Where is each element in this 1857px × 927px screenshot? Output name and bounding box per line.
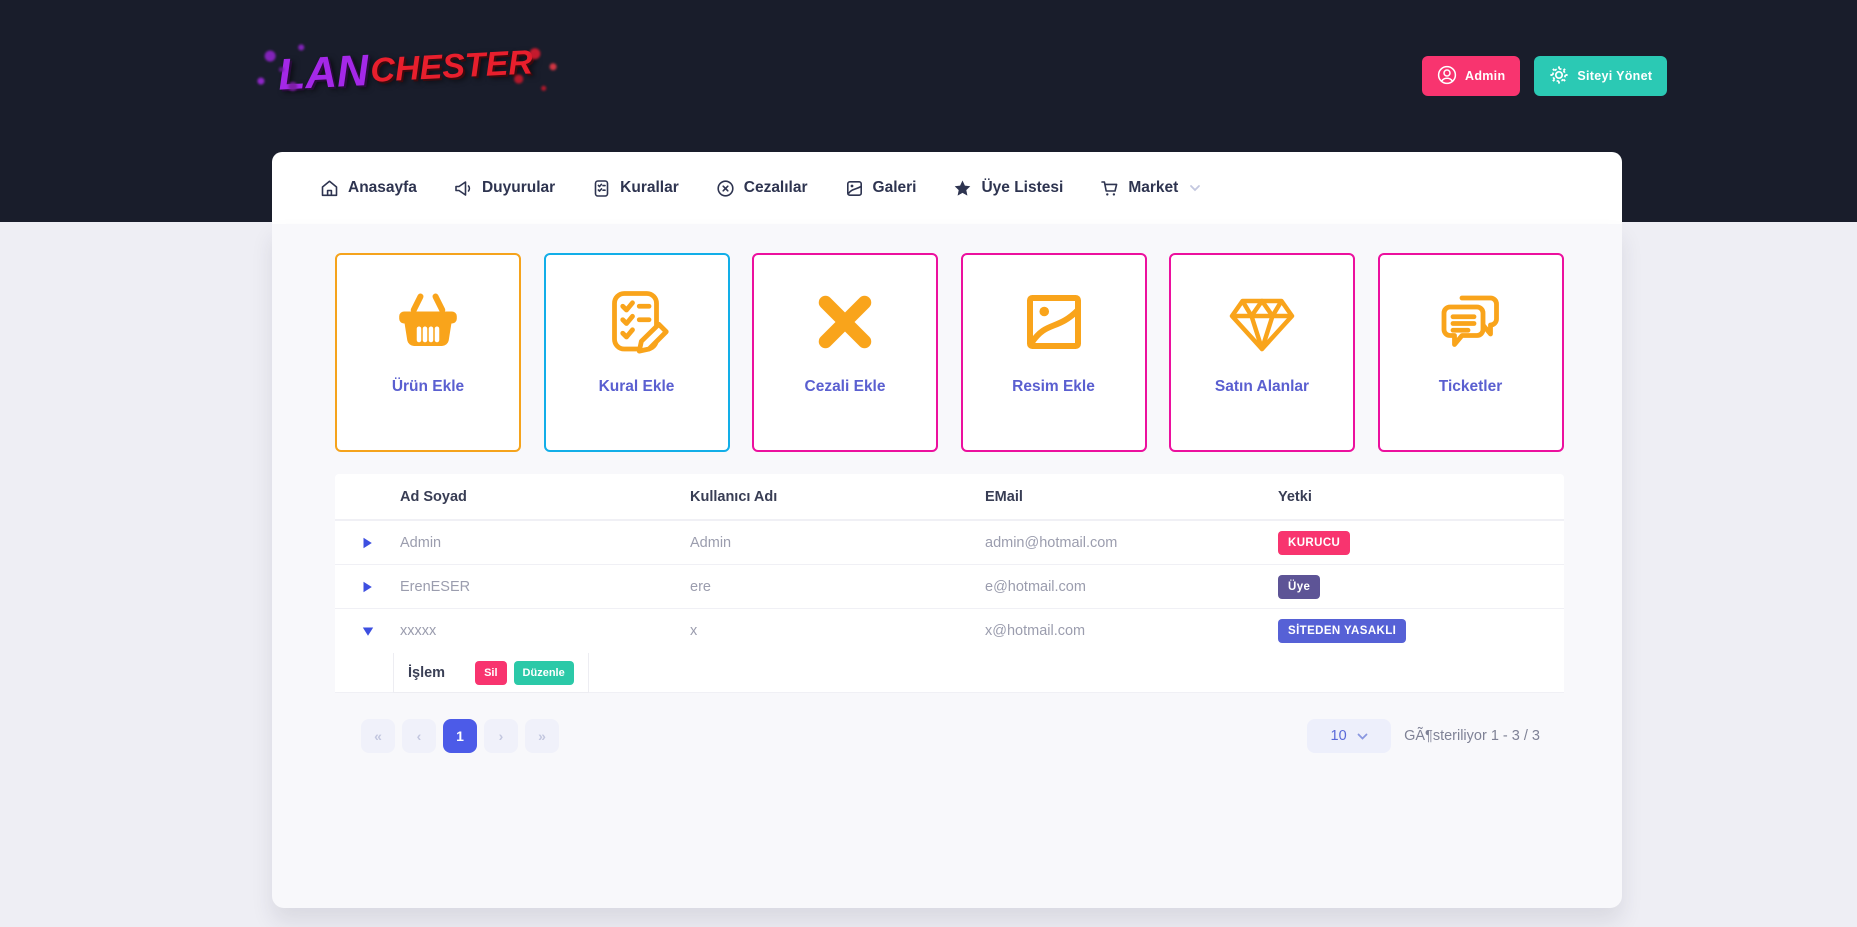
card-cezali-ekle[interactable]: Cezali Ekle [752,253,938,452]
nav-item-anasayfa[interactable]: Anasayfa [320,179,417,198]
nav-label: Anasayfa [348,179,417,197]
card-label: Ürün Ekle [392,378,464,396]
card-satin-alanlar[interactable]: Satın Alanlar [1169,253,1355,452]
quick-action-cards: Ürün Ekle Kural Ekle Cezali Ekle [335,253,1564,452]
cell-username: x [690,623,985,639]
action-box: İşlem Sil Düzenle [393,653,589,693]
nav-item-market[interactable]: Market [1100,179,1201,198]
cell-name: Admin [400,535,690,551]
nav-item-uye-listesi[interactable]: Üye Listesi [953,179,1063,198]
expand-row-icon[interactable] [362,537,373,549]
admin-profile-button[interactable]: Admin [1422,56,1520,96]
card-ticketler[interactable]: Ticketler [1378,253,1564,452]
col-header-role: Yetki [1278,489,1564,505]
chat-icon [1435,282,1507,358]
role-badge: Üye [1278,575,1320,599]
cell-name: ErenESER [400,579,690,595]
rules-icon [592,179,611,198]
expand-row-icon[interactable] [362,581,373,593]
site-logo[interactable]: LAN CHESTER [276,27,534,110]
action-label: İşlem [408,665,445,681]
page-1-button[interactable]: 1 [443,719,477,753]
prev-page-button[interactable]: ‹ [402,719,436,753]
nav-label: Duyurular [482,179,555,197]
header-actions: Admin Siteyi Yönet [1422,56,1667,96]
cell-email: x@hotmail.com [985,623,1278,639]
cell-username: ere [690,579,985,595]
next-page-button[interactable]: › [484,719,518,753]
card-label: Satın Alanlar [1215,378,1309,396]
cell-name: xxxxx [400,623,690,639]
table-row[interactable]: Admin Admin admin@hotmail.com KURUCU [335,521,1564,565]
logo-text-primary: LAN [277,46,370,101]
page-size-select[interactable]: 10 [1307,719,1391,753]
card-resim-ekle[interactable]: Resim Ekle [961,253,1147,452]
nav-label: Kurallar [620,179,679,197]
checklist-icon [601,282,673,358]
star-icon [953,179,972,198]
logo-text-secondary: CHESTER [369,43,533,90]
card-label: Ticketler [1439,378,1502,396]
chevron-down-icon [1189,184,1201,192]
row-action-panel: İşlem Sil Düzenle [335,653,1564,693]
banned-circle-icon [716,179,735,198]
megaphone-icon [454,179,473,198]
card-label: Kural Ekle [599,378,675,396]
delete-button[interactable]: Sil [475,661,506,685]
nav-label: Galeri [873,179,917,197]
table-row[interactable]: ErenESER ere e@hotmail.com Üye [335,565,1564,609]
nav-label: Market [1128,179,1178,197]
chevron-down-icon [1357,728,1368,744]
pagination-right: 10 GÃ¶steriliyor 1 - 3 / 3 [1307,719,1564,753]
cell-email: admin@hotmail.com [985,535,1278,551]
pagination-info: GÃ¶steriliyor 1 - 3 / 3 [1404,728,1540,744]
gallery-icon [845,179,864,198]
members-table: Ad Soyad Kullanıcı Adı EMail Yetki Admin… [335,474,1564,693]
nav-item-kurallar[interactable]: Kurallar [592,179,679,198]
cell-email: e@hotmail.com [985,579,1278,595]
card-label: Cezali Ekle [805,378,886,396]
page-buttons: « ‹ 1 › » [361,719,559,753]
card-label: Resim Ekle [1012,378,1095,396]
table-header-row: Ad Soyad Kullanıcı Adı EMail Yetki [335,474,1564,521]
table-row-expanded[interactable]: xxxxx x x@hotmail.com SİTEDEN YASAKLI [335,609,1564,653]
col-header-username: Kullanıcı Adı [690,489,985,505]
cart-icon [1100,179,1119,198]
role-badge: SİTEDEN YASAKLI [1278,619,1406,643]
pagination-bar: « ‹ 1 › » 10 GÃ¶steriliyor 1 - 3 / 3 [335,719,1564,753]
last-page-button[interactable]: » [525,719,559,753]
collapse-row-icon[interactable] [362,626,374,637]
user-circle-icon [1437,65,1457,88]
col-header-email: EMail [985,489,1278,505]
image-icon [1018,282,1090,358]
nav-item-duyurular[interactable]: Duyurular [454,179,555,198]
nav-item-galeri[interactable]: Galeri [845,179,917,198]
main-navbar: Anasayfa Duyurular Kurallar Cezalılar [272,152,1622,224]
x-icon [809,282,881,358]
first-page-button[interactable]: « [361,719,395,753]
admin-button-label: Admin [1465,69,1505,83]
role-badge: KURUCU [1278,531,1350,555]
card-kural-ekle[interactable]: Kural Ekle [544,253,730,452]
nav-item-cezalilar[interactable]: Cezalılar [716,179,808,198]
edit-button[interactable]: Düzenle [514,661,574,685]
nav-label: Cezalılar [744,179,808,197]
col-header-name: Ad Soyad [400,489,690,505]
cell-username: Admin [690,535,985,551]
manage-button-label: Siteyi Yönet [1577,69,1652,83]
card-urun-ekle[interactable]: Ürün Ekle [335,253,521,452]
gear-icon [1549,65,1569,88]
home-icon [320,179,339,198]
manage-site-button[interactable]: Siteyi Yönet [1534,56,1667,96]
basket-icon [392,282,464,358]
page-size-value: 10 [1331,728,1347,744]
diamond-icon [1226,282,1298,358]
content-panel: Ürün Ekle Kural Ekle Cezali Ekle [272,224,1622,908]
nav-label: Üye Listesi [981,179,1063,197]
